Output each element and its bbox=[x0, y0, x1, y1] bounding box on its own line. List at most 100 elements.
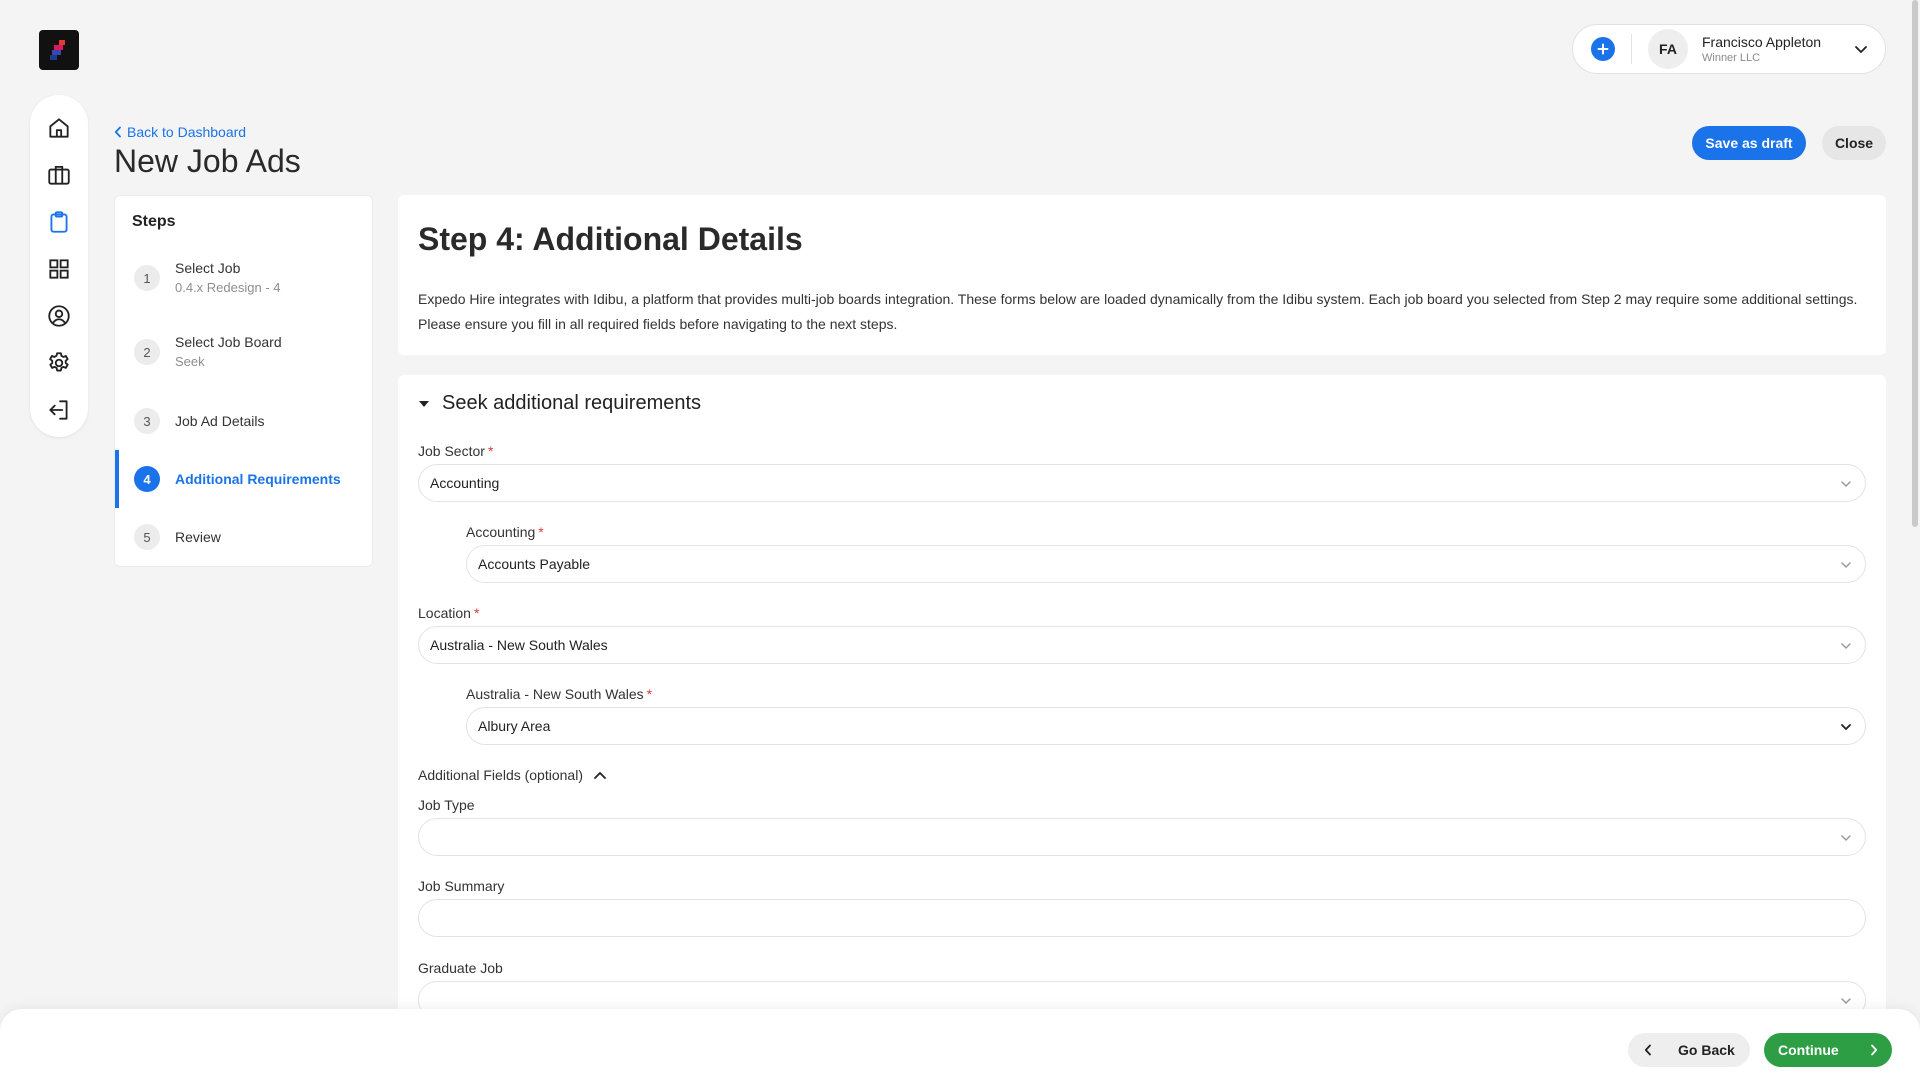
step-number: 3 bbox=[134, 408, 160, 434]
page-title: New Job Ads bbox=[114, 143, 301, 179]
step-job-ad-details[interactable]: 3 Job Ad Details bbox=[115, 392, 374, 450]
back-to-dashboard-link[interactable]: Back to Dashboard bbox=[114, 124, 246, 140]
required-asterisk: * bbox=[473, 605, 480, 621]
step-number: 2 bbox=[134, 339, 160, 365]
go-back-button[interactable]: Go Back bbox=[1628, 1033, 1750, 1067]
continue-button[interactable]: Continue bbox=[1764, 1033, 1892, 1067]
step-review[interactable]: 5 Review bbox=[115, 508, 374, 566]
nav-job-ads[interactable] bbox=[39, 203, 79, 242]
chevron-left-icon bbox=[1644, 1044, 1651, 1056]
quick-add-button[interactable] bbox=[1591, 37, 1615, 61]
section-collapse-toggle[interactable]: Seek additional requirements bbox=[418, 392, 701, 415]
save-as-draft-button[interactable]: Save as draft bbox=[1692, 126, 1806, 160]
plus-icon bbox=[1597, 43, 1609, 55]
steps-heading: Steps bbox=[132, 213, 176, 230]
chevron-down-icon bbox=[1855, 46, 1867, 53]
job-sector-select[interactable]: Accounting bbox=[418, 464, 1866, 502]
additional-fields-toggle[interactable]: Additional Fields (optional) bbox=[418, 767, 607, 783]
chevron-down-icon bbox=[1841, 562, 1851, 569]
location-label: Location * bbox=[418, 605, 479, 621]
home-icon bbox=[49, 118, 69, 139]
gear-icon bbox=[49, 352, 69, 372]
user-company: Winner LLC bbox=[1702, 51, 1761, 64]
chevron-right-icon bbox=[1871, 1044, 1878, 1056]
selected-value: Albury Area bbox=[478, 718, 551, 734]
step-label: Job Ad Details bbox=[175, 413, 265, 429]
step-select-job-board[interactable]: 2 Select Job Board Seek bbox=[115, 323, 374, 381]
nav-home[interactable] bbox=[39, 109, 79, 148]
caret-down-icon bbox=[419, 400, 429, 407]
label-text: Location bbox=[418, 605, 471, 621]
nsw-area-label: Australia - New South Wales * bbox=[466, 686, 652, 702]
user-menu: FA Francisco Appleton Winner LLC bbox=[1572, 24, 1886, 74]
selected-value: Australia - New South Wales bbox=[430, 637, 608, 653]
divider bbox=[1631, 34, 1632, 64]
label-text: Australia - New South Wales bbox=[466, 686, 644, 702]
intro-card: Step 4: Additional Details Expedo Hire i… bbox=[398, 195, 1886, 355]
nav-apps[interactable] bbox=[39, 250, 79, 289]
nav-jobs[interactable] bbox=[39, 156, 79, 195]
label-text: Accounting bbox=[466, 524, 536, 540]
toggle-label: Additional Fields (optional) bbox=[418, 767, 583, 783]
required-asterisk: * bbox=[646, 686, 653, 702]
section-title: Seek additional requirements bbox=[442, 392, 702, 414]
chevron-down-icon bbox=[1841, 998, 1851, 1005]
clipboard-icon bbox=[50, 211, 68, 233]
bottom-action-bar: Go Back Continue bbox=[0, 1009, 1920, 1080]
step-description: Expedo Hire integrates with Idibu, a pla… bbox=[418, 291, 1858, 332]
sidebar-nav bbox=[30, 95, 88, 437]
briefcase-icon bbox=[48, 166, 70, 185]
user-pin-icon bbox=[48, 305, 70, 327]
job-sector-label: Job Sector * bbox=[418, 443, 493, 459]
graduate-job-label: Graduate Job bbox=[418, 960, 503, 976]
nav-settings[interactable] bbox=[39, 343, 79, 382]
logo-mark-icon bbox=[50, 40, 65, 60]
step-title: Step 4: Additional Details bbox=[418, 221, 803, 257]
steps-panel: Steps 1 Select Job 0.4.x Redesign - 4 2 … bbox=[114, 195, 373, 567]
step-sublabel: 0.4.x Redesign - 4 bbox=[175, 280, 281, 295]
step-label: Review bbox=[175, 529, 221, 545]
page-scrollbar[interactable] bbox=[1912, 0, 1918, 527]
selected-value: Accounts Payable bbox=[478, 556, 591, 572]
grid-icon bbox=[49, 259, 69, 279]
location-select[interactable]: Australia - New South Wales bbox=[418, 626, 1866, 664]
app-logo[interactable] bbox=[39, 30, 79, 70]
user-menu-toggle[interactable] bbox=[1853, 41, 1869, 57]
user-name: Francisco Appleton bbox=[1702, 33, 1822, 50]
step-select-job[interactable]: 1 Select Job 0.4.x Redesign - 4 bbox=[115, 249, 374, 307]
chevron-down-icon bbox=[1841, 724, 1851, 731]
chevron-left-icon bbox=[114, 126, 121, 138]
back-link-label: Back to Dashboard bbox=[127, 124, 247, 140]
chevron-down-icon bbox=[1841, 643, 1851, 650]
step-number: 5 bbox=[134, 524, 160, 550]
user-meta: Francisco Appleton Winner LLC bbox=[1702, 33, 1853, 66]
job-summary-input[interactable] bbox=[418, 899, 1866, 937]
required-asterisk: * bbox=[487, 443, 494, 459]
step-label: Select Job Board bbox=[175, 334, 282, 350]
step-number: 4 bbox=[134, 466, 160, 492]
seek-requirements-form: Seek additional requirements Job Sector *… bbox=[398, 375, 1886, 1019]
logout-icon bbox=[49, 399, 68, 420]
label-text: Job Sector bbox=[418, 443, 485, 459]
chevron-down-icon bbox=[1841, 481, 1851, 488]
step-number: 1 bbox=[134, 265, 160, 291]
chevron-down-icon bbox=[1841, 835, 1851, 842]
job-type-select[interactable] bbox=[418, 818, 1866, 856]
nav-candidates[interactable] bbox=[39, 296, 79, 335]
required-asterisk: * bbox=[538, 524, 544, 540]
accounting-select[interactable]: Accounts Payable bbox=[466, 545, 1866, 583]
close-button[interactable]: Close bbox=[1822, 126, 1886, 160]
step-label: Select Job bbox=[175, 260, 241, 276]
chevron-up-icon bbox=[594, 772, 606, 779]
job-type-label: Job Type bbox=[418, 797, 475, 813]
accounting-label: Accounting * bbox=[466, 524, 544, 540]
selected-value: Accounting bbox=[430, 475, 500, 491]
nsw-area-select[interactable]: Albury Area bbox=[466, 707, 1866, 745]
job-summary-label: Job Summary bbox=[418, 878, 505, 894]
nav-logout[interactable] bbox=[39, 390, 79, 429]
step-additional-requirements[interactable]: 4 Additional Requirements bbox=[115, 450, 374, 508]
step-label: Additional Requirements bbox=[175, 471, 341, 487]
avatar[interactable]: FA bbox=[1648, 29, 1688, 69]
go-back-label: Go Back bbox=[1678, 1042, 1735, 1058]
continue-label: Continue bbox=[1778, 1042, 1839, 1058]
